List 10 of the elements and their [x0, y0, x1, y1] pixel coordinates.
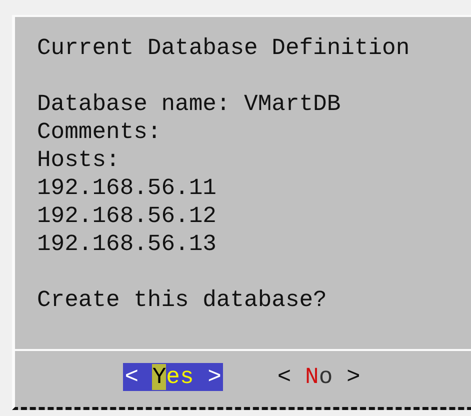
info-line: 192.168.56.13	[37, 230, 218, 258]
info-line: Database name: VMartDB	[37, 90, 342, 118]
dialog-button[interactable]: < Yes >	[122, 363, 224, 391]
confirm-question: Create this database?	[37, 286, 328, 314]
info-line: Comments:	[37, 118, 162, 146]
dialog-title: Current Database Definition	[37, 34, 411, 62]
info-line: 192.168.56.12	[37, 202, 218, 230]
info-line: 192.168.56.11	[37, 174, 218, 202]
dialog-button[interactable]: < No >	[275, 363, 362, 391]
info-line: Hosts:	[37, 146, 121, 174]
